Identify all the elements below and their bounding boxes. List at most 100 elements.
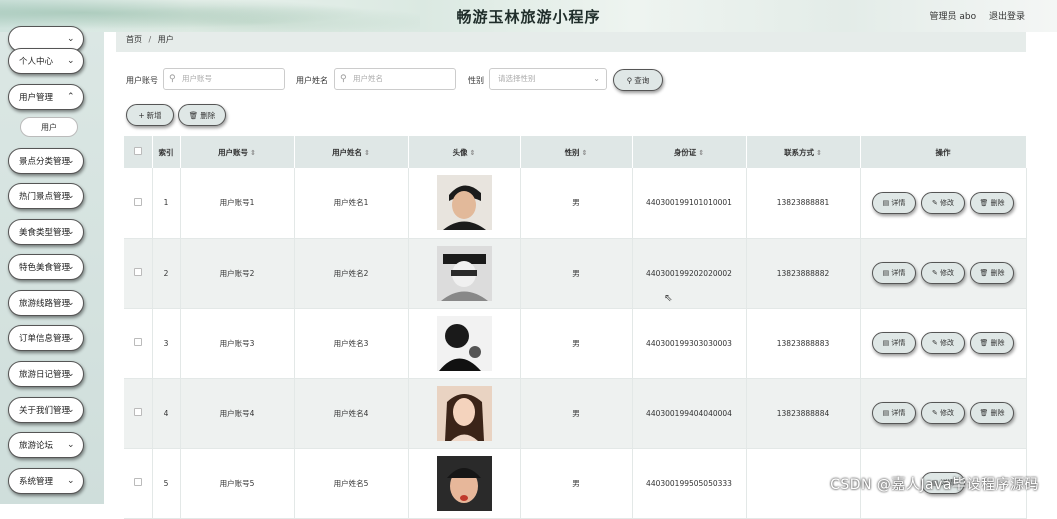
sidebar-subitem-user[interactable]: 用户 — [20, 117, 78, 137]
chevron-down-icon: ⌄ — [67, 476, 77, 486]
header-account-label: 用户账号 — [218, 148, 248, 157]
chevron-down-icon: ⌄ — [67, 227, 77, 237]
delete-button[interactable]: 🗑 删除 — [970, 332, 1014, 354]
sort-icon[interactable]: ⇕ — [250, 149, 256, 157]
sidebar-item-travel-forum[interactable]: 旅游论坛 ⌄ — [8, 432, 84, 458]
detail-button[interactable]: ▤ 详情 — [872, 262, 916, 284]
trash-icon: 🗑 — [979, 199, 988, 207]
sidebar-item-system[interactable]: 系统管理 ⌄ — [8, 468, 84, 494]
sidebar-item-scenic-category[interactable]: 景点分类管理 ⌄ — [8, 148, 84, 174]
sort-icon[interactable]: ⇕ — [470, 149, 476, 157]
plus-icon: + — [138, 111, 144, 120]
edit-icon: ✎ — [932, 409, 938, 417]
sidebar-item-label: 旅游日记管理 — [19, 368, 70, 380]
sort-icon[interactable]: ⇕ — [582, 149, 588, 157]
delete-label: 删除 — [991, 408, 1005, 418]
avatar — [437, 246, 492, 301]
row-account: 用户账号3 — [180, 308, 294, 378]
batch-delete-button[interactable]: 🗑 删除 — [178, 104, 226, 126]
gender-select[interactable]: 请选择性别 ⌄ — [489, 68, 607, 90]
select-all-checkbox[interactable] — [134, 147, 142, 155]
edit-button[interactable]: ✎ 修改 — [921, 262, 965, 284]
row-checkbox[interactable] — [134, 198, 142, 206]
account-placeholder: 用户账号 — [182, 74, 212, 83]
delete-label: 删除 — [991, 338, 1005, 348]
row-gender: 男 — [520, 238, 632, 308]
detail-button[interactable]: ▤ 详情 — [872, 192, 916, 214]
name-placeholder: 用户姓名 — [353, 74, 383, 83]
header-gender[interactable]: 性别⇕ — [520, 136, 632, 168]
sidebar-item-food-type[interactable]: 美食类型管理 ⌄ — [8, 219, 84, 245]
row-name: 用户姓名3 — [294, 308, 408, 378]
detail-button[interactable]: ▤ 详情 — [872, 402, 916, 424]
sort-icon[interactable]: ⇕ — [816, 149, 822, 157]
sidebar-item-label: 订单信息管理 — [19, 332, 70, 344]
breadcrumb: 首页 / 用户 — [116, 32, 1026, 52]
chevron-down-icon: ⌄ — [67, 440, 77, 450]
name-search-input[interactable]: ⚲ 用户姓名 — [334, 68, 456, 90]
chevron-down-icon: ⌄ — [67, 34, 77, 44]
sidebar-item-special-food[interactable]: 特色美食管理 ⌄ — [8, 254, 84, 280]
row-gender: 男 — [520, 308, 632, 378]
logout-link[interactable]: 退出登录 — [989, 12, 1025, 22]
detail-icon: ▤ — [883, 199, 890, 207]
delete-button[interactable]: 🗑 删除 — [970, 262, 1014, 284]
detail-label: 详情 — [891, 408, 905, 418]
sidebar-item-travel-diary[interactable]: 旅游日记管理 ⌄ — [8, 361, 84, 387]
sidebar-item-travel-route[interactable]: 旅游线路管理 ⌄ — [8, 290, 84, 316]
row-phone: 13823888881 — [746, 168, 860, 238]
account-search-input[interactable]: ⚲ 用户账号 — [163, 68, 285, 90]
header-name[interactable]: 用户姓名⇕ — [294, 136, 408, 168]
row-gender: 男 — [520, 378, 632, 448]
row-account: 用户账号4 — [180, 378, 294, 448]
sidebar-item-personal-center[interactable]: 个人中心 ⌄ — [8, 48, 84, 74]
row-checkbox[interactable] — [134, 268, 142, 276]
chevron-down-icon: ⌄ — [67, 262, 77, 272]
user-table: 索引 用户账号⇕ 用户姓名⇕ 头像⇕ 性别⇕ 身份证⇕ 联系方式⇕ 操作 1 用… — [124, 136, 1027, 519]
row-checkbox[interactable] — [134, 408, 142, 416]
row-name: 用户姓名5 — [294, 448, 408, 518]
select-all-cell[interactable] — [124, 136, 152, 168]
sidebar-item-user-management[interactable]: 用户管理 ⌃ — [8, 84, 84, 110]
search-icon: ⚲ — [340, 69, 347, 89]
table-row: 2 用户账号2 用户姓名2 男 440300199202020002 13823… — [124, 238, 1026, 308]
sort-icon[interactable]: ⇕ — [364, 149, 370, 157]
row-id-card: 440300199202020002 — [632, 238, 746, 308]
sidebar-item-about-us[interactable]: 关于我们管理 ⌄ — [8, 397, 84, 423]
row-checkbox[interactable] — [134, 478, 142, 486]
header-account[interactable]: 用户账号⇕ — [180, 136, 294, 168]
breadcrumb-current: 用户 — [158, 35, 174, 44]
sidebar-item-hot-scenic[interactable]: 热门景点管理 ⌄ — [8, 183, 84, 209]
edit-button[interactable]: ✎ 修改 — [921, 192, 965, 214]
avatar — [437, 456, 492, 511]
trash-icon: 🗑 — [189, 111, 199, 120]
trash-icon: 🗑 — [979, 339, 988, 347]
row-id-card: 440300199303030003 — [632, 308, 746, 378]
search-button[interactable]: ⚲ 查询 — [613, 69, 663, 91]
breadcrumb-home[interactable]: 首页 — [126, 35, 142, 44]
add-button[interactable]: + 新增 — [126, 104, 174, 126]
chevron-down-icon: ⌄ — [67, 191, 77, 201]
header-phone-label: 联系方式 — [784, 148, 814, 157]
header-id-card[interactable]: 身份证⇕ — [632, 136, 746, 168]
app-title: 畅游玉林旅游小程序 — [0, 6, 1057, 27]
sidebar-item-order-info[interactable]: 订单信息管理 ⌄ — [8, 325, 84, 351]
edit-button[interactable]: ✎ 修改 — [921, 332, 965, 354]
edit-button[interactable]: ✎ 修改 — [921, 402, 965, 424]
edit-label: 修改 — [940, 338, 954, 348]
delete-button-label: 删除 — [200, 110, 215, 121]
row-checkbox[interactable] — [134, 338, 142, 346]
sort-icon[interactable]: ⇕ — [698, 149, 704, 157]
delete-button[interactable]: 🗑 删除 — [970, 402, 1014, 424]
row-phone: 13823888882 — [746, 238, 860, 308]
detail-button[interactable]: ▤ 详情 — [872, 332, 916, 354]
delete-button[interactable]: 🗑 删除 — [970, 192, 1014, 214]
header-phone[interactable]: 联系方式⇕ — [746, 136, 860, 168]
edit-icon: ✎ — [932, 269, 938, 277]
detail-icon: ▤ — [883, 409, 890, 417]
sidebar: ⌄ 个人中心 ⌄ 用户管理 ⌃ 用户 景点分类管理 ⌄ 热门景点管理 ⌄ 美食类… — [0, 32, 104, 504]
row-account: 用户账号2 — [180, 238, 294, 308]
header-avatar[interactable]: 头像⇕ — [408, 136, 520, 168]
row-id-card: 440300199101010001 — [632, 168, 746, 238]
row-index: 4 — [152, 378, 180, 448]
